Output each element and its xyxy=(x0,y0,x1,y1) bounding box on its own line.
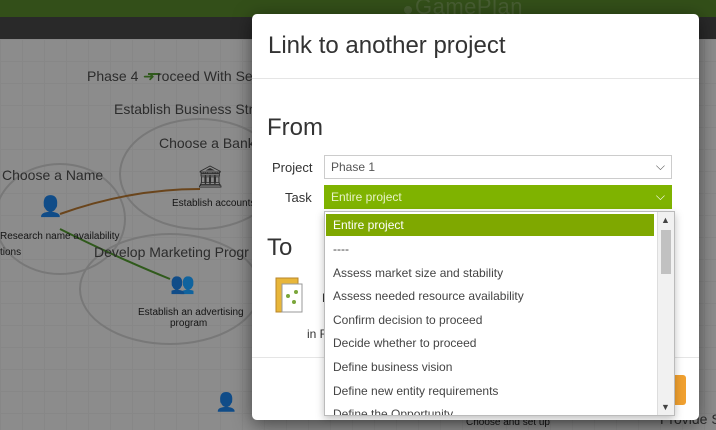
task-dropdown-list[interactable]: Entire project ---- Assess market size a… xyxy=(324,211,675,416)
task-label: Task xyxy=(285,190,312,205)
chevron-down-icon: ⌵ xyxy=(655,159,665,173)
dropdown-item[interactable]: Define new entity requirements xyxy=(326,380,654,402)
dropdown-item[interactable]: Confirm decision to proceed xyxy=(326,309,654,331)
dropdown-item[interactable]: Define the Opportunity xyxy=(326,403,654,415)
modal-header-divider xyxy=(252,78,699,79)
project-label: Project xyxy=(272,160,313,175)
scroll-thumb[interactable] xyxy=(661,230,671,274)
scroll-down-icon[interactable]: ▼ xyxy=(661,402,670,412)
scroll-up-icon[interactable]: ▲ xyxy=(661,215,670,225)
dropdown-item[interactable]: Entire project xyxy=(326,214,654,236)
chevron-down-icon: ⌵ xyxy=(655,189,665,203)
task-select-value: Entire project xyxy=(331,190,402,204)
project-select-value: Phase 1 xyxy=(331,160,376,174)
dropdown-scrollbar[interactable]: ▲ ▼ xyxy=(657,212,674,415)
dropdown-item[interactable]: Define business vision xyxy=(326,356,654,378)
dropdown-item[interactable]: Assess needed resource availability xyxy=(326,285,654,307)
to-heading: To xyxy=(267,234,293,261)
dropdown-item[interactable]: Decide whether to proceed xyxy=(326,332,654,354)
dropdown-item[interactable]: Assess market size and stability xyxy=(326,262,654,284)
dropdown-item[interactable]: ---- xyxy=(326,238,654,260)
modal-title: Link to another project xyxy=(268,32,506,59)
task-select[interactable]: Entire project ⌵ xyxy=(324,185,672,209)
from-heading: From xyxy=(267,114,323,141)
project-folder-icon xyxy=(275,277,303,313)
project-select[interactable]: Phase 1 ⌵ xyxy=(324,155,672,179)
